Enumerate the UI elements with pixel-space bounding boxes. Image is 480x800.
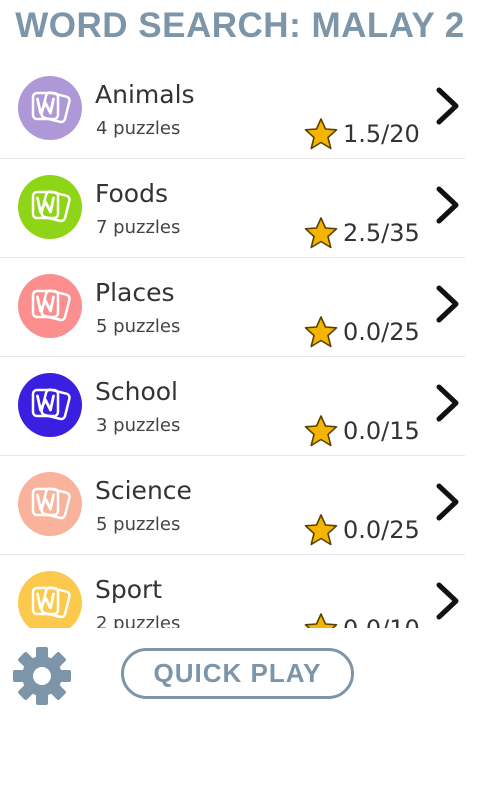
category-row[interactable]: School 3 puzzles 0.0/15 [0,357,465,456]
chevron-right-icon[interactable] [432,581,462,621]
category-row[interactable]: Science 5 puzzles 0.0/25 [0,456,465,555]
puzzle-count: 3 puzzles [96,415,181,436]
gear-icon[interactable] [10,644,74,708]
word-cards-icon [18,76,82,140]
score-value: 0.0/15 [343,417,420,445]
chevron-right-icon[interactable] [432,284,462,324]
word-cards-icon [18,373,82,437]
category-name: Science [95,476,192,505]
star-icon [304,613,338,628]
puzzle-count: 2 puzzles [96,613,181,628]
category-name: Sport [95,575,163,604]
star-icon [304,415,338,447]
star-icon [304,514,338,546]
score: 2.5/35 [304,215,420,251]
category-list[interactable]: Animals 4 puzzles 1.5/20 Foods 7 puzzles 2.5/… [0,60,480,628]
star-icon [304,217,338,249]
puzzle-count: 5 puzzles [96,514,181,535]
word-cards-icon [18,472,82,536]
category-row[interactable]: Sport 2 puzzles 0.0/10 [0,555,465,628]
category-row[interactable]: Places 5 puzzles 0.0/25 [0,258,465,357]
puzzle-count: 4 puzzles [96,118,181,139]
word-cards-icon [18,274,82,338]
word-cards-icon [18,571,82,628]
chevron-right-icon[interactable] [432,383,462,423]
score-value: 0.0/10 [343,615,420,628]
star-icon [304,118,338,150]
puzzle-count: 7 puzzles [96,217,181,238]
page-title: WORD SEARCH: MALAY 2 [15,6,465,45]
category-name: Foods [95,179,168,208]
score: 0.0/15 [304,413,420,449]
chevron-right-icon[interactable] [432,482,462,522]
star-icon [304,316,338,348]
score: 0.0/10 [304,611,420,628]
score-value: 0.0/25 [343,516,420,544]
score: 1.5/20 [304,116,420,152]
chevron-right-icon[interactable] [432,86,462,126]
word-cards-icon [18,175,82,239]
score: 0.0/25 [304,512,420,548]
score: 0.0/25 [304,314,420,350]
score-value: 2.5/35 [343,219,420,247]
category-row[interactable]: Animals 4 puzzles 1.5/20 [0,60,465,159]
score-value: 0.0/25 [343,318,420,346]
category-row[interactable]: Foods 7 puzzles 2.5/35 [0,159,465,258]
app-screen: WORD SEARCH: MALAY 2 Animals 4 puzzles 1.5… [0,0,480,800]
category-name: Animals [95,80,195,109]
score-value: 1.5/20 [343,120,420,148]
chevron-right-icon[interactable] [432,185,462,225]
category-name: School [95,377,178,406]
puzzle-count: 5 puzzles [96,316,181,337]
bottom-bar: QUICK PLAY [0,628,480,800]
quick-play-button[interactable]: QUICK PLAY [121,648,354,699]
category-name: Places [95,278,175,307]
